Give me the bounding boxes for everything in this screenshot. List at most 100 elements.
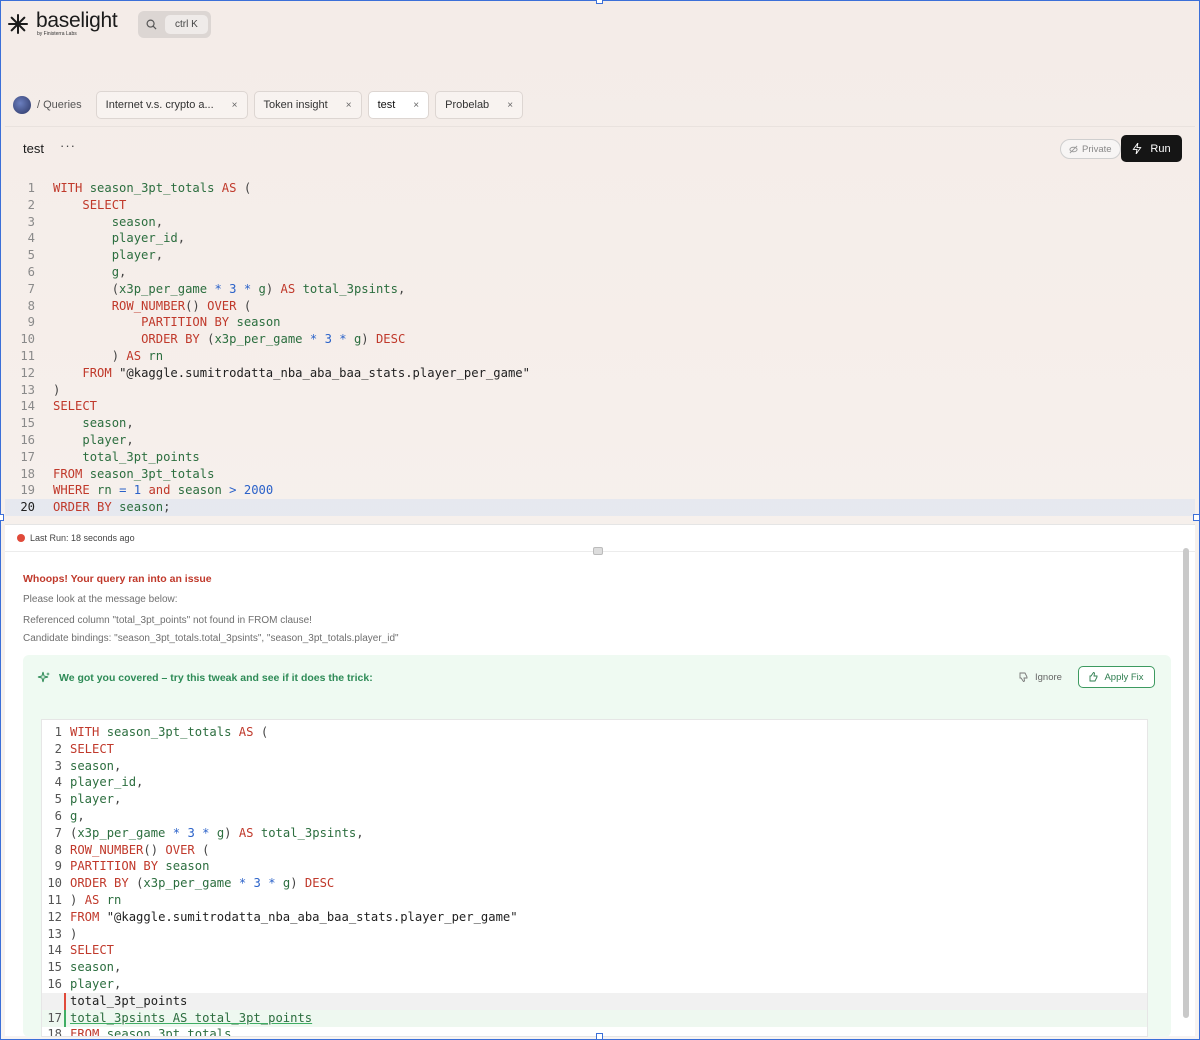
diff-line: 14 SELECT (42, 942, 1147, 959)
line-number: 2 (54, 741, 62, 756)
fix-code-diff[interactable]: 1 WITH season_3pt_totals AS (2 SELECT 3 seas… (41, 719, 1148, 1037)
code-line[interactable]: 12 FROM "@kaggle.sumitrodatta_nba_aba_ba… (5, 365, 1195, 382)
diff-line: 4 player_id, (42, 774, 1147, 791)
logo[interactable]: baselight by Finisterra Labs (6, 9, 118, 37)
code-line[interactable]: 3 season, (5, 214, 1195, 231)
more-options-button[interactable]: ··· (60, 138, 76, 153)
line-number: 5 (54, 792, 62, 807)
line-code: ) AS rn (111, 349, 164, 363)
resize-handle-bottom[interactable] (596, 1033, 603, 1040)
run-label: Run (1150, 142, 1171, 155)
close-icon[interactable]: × (507, 100, 513, 111)
code-line[interactable]: 14 SELECT (5, 398, 1195, 415)
code-line[interactable]: 18 FROM season_3pt_totals (5, 466, 1195, 483)
line-number: 11 (20, 349, 35, 363)
private-toggle[interactable]: Private (1060, 139, 1121, 159)
run-button[interactable]: Run (1121, 135, 1182, 162)
code-line[interactable]: 1 WITH season_3pt_totals AS ( (5, 180, 1195, 197)
line-number: 12 (47, 909, 62, 924)
line-code: ) (53, 382, 61, 397)
diff-line: 1 WITH season_3pt_totals AS ( (42, 724, 1147, 741)
line-number: 14 (47, 943, 62, 958)
resize-handle-left[interactable] (0, 514, 4, 521)
error-status-dot (17, 534, 25, 542)
apply-fix-label: Apply Fix (1104, 671, 1144, 683)
line-number: 15 (47, 960, 62, 975)
error-title: Whoops! Your query ran into an issue (23, 573, 212, 585)
line-number: 19 (20, 483, 35, 498)
line-code: SELECT (70, 943, 115, 958)
code-line[interactable]: 19 WHERE rn = 1 and season > 2000 (5, 482, 1195, 499)
line-number: 1 (27, 181, 35, 195)
tab-label: Probelab (445, 99, 490, 111)
logo-icon (6, 12, 30, 36)
search-button[interactable]: ctrl K (138, 11, 211, 38)
line-code: ) (70, 926, 78, 941)
breadcrumb[interactable]: / Queries (37, 99, 82, 111)
line-number: 4 (54, 775, 62, 790)
line-code: ROW_NUMBER() OVER ( (70, 842, 210, 857)
code-line[interactable]: 8 ROW_NUMBER() OVER ( (5, 298, 1195, 315)
private-label: Private (1082, 143, 1112, 155)
line-number: 10 (47, 876, 62, 891)
code-line[interactable]: 20 ORDER BY season; (5, 499, 1195, 517)
line-code: season, (70, 960, 122, 975)
sparkle-icon (37, 671, 50, 683)
close-icon[interactable]: × (346, 100, 352, 111)
code-line[interactable]: 10 ORDER BY (x3p_per_game * 3 * g) DESC (5, 331, 1195, 348)
line-number: 18 (47, 1027, 62, 1037)
query-title[interactable]: test (23, 141, 44, 156)
resize-handle-right[interactable] (1193, 514, 1200, 521)
tab-token-insight[interactable]: Token insight × (253, 91, 362, 119)
line-code: player, (111, 248, 164, 263)
diff-line: 9 PARTITION BY season (42, 858, 1147, 875)
close-icon[interactable]: × (413, 100, 419, 111)
logo-text: baselight (36, 9, 118, 32)
tabs-row: / Queries Internet v.s. crypto a... × To… (5, 88, 524, 122)
tab-test[interactable]: test × (367, 91, 430, 119)
code-line[interactable]: 9 PARTITION BY season (5, 314, 1195, 331)
error-message: Referenced column "total_3pt_points" not… (23, 615, 312, 626)
code-line[interactable]: 6 g, (5, 264, 1195, 281)
line-code: ORDER BY (x3p_per_game * 3 * g) DESC (141, 332, 406, 347)
code-line[interactable]: 4 player_id, (5, 230, 1195, 247)
line-code: ORDER BY season; (53, 500, 171, 515)
code-line[interactable]: 11 ) AS rn (5, 348, 1195, 365)
resize-handle[interactable] (593, 547, 603, 555)
line-code: SELECT (70, 741, 115, 756)
tab-probelab[interactable]: Probelab × (435, 91, 524, 119)
line-code: total_3psints AS total_3pt_points (70, 1010, 313, 1025)
diff-line: 2 SELECT (42, 741, 1147, 758)
close-icon[interactable]: × (232, 100, 238, 111)
line-number: 16 (47, 977, 62, 991)
code-line[interactable]: 15 season, (5, 415, 1195, 432)
line-number: 20 (20, 500, 35, 515)
avatar[interactable] (13, 96, 31, 114)
line-number: 16 (20, 433, 35, 447)
diff-line: 8 ROW_NUMBER() OVER ( (42, 842, 1147, 859)
sql-editor[interactable]: 1 WITH season_3pt_totals AS ( 2 SELECT 3 se… (5, 180, 1195, 520)
ignore-button[interactable]: Ignore (1019, 667, 1062, 687)
tab-label: test (377, 99, 396, 111)
tab-internet-vs-crypto[interactable]: Internet v.s. crypto a... × (95, 91, 248, 119)
code-line[interactable]: 5 player, (5, 247, 1195, 264)
line-code: SELECT (82, 197, 127, 212)
line-number: 12 (20, 365, 35, 380)
diff-line: 12 FROM "@kaggle.sumitrodatta_nba_aba_baa… (42, 909, 1147, 926)
results-scrollbar[interactable] (1183, 548, 1189, 1018)
line-code: WITH season_3pt_totals AS ( (53, 181, 252, 195)
resize-handle-top[interactable] (596, 0, 603, 4)
code-line[interactable]: 2 SELECT (5, 197, 1195, 214)
line-code: player_id, (111, 231, 186, 246)
line-number: 17 (20, 449, 35, 464)
diff-line: 16 player, (42, 976, 1147, 993)
apply-fix-button[interactable]: Apply Fix (1078, 666, 1155, 688)
diff-line: 13) (42, 926, 1147, 943)
code-line[interactable]: 13) (5, 382, 1195, 399)
line-number: 17 (47, 1010, 62, 1025)
line-number: 3 (27, 214, 35, 229)
line-number: 6 (27, 265, 35, 279)
code-line[interactable]: 7 (x3p_per_game * 3 * g) AS total_3psint… (5, 281, 1195, 298)
code-line[interactable]: 17 total_3pt_points (5, 449, 1195, 466)
code-line[interactable]: 16 player, (5, 432, 1195, 449)
